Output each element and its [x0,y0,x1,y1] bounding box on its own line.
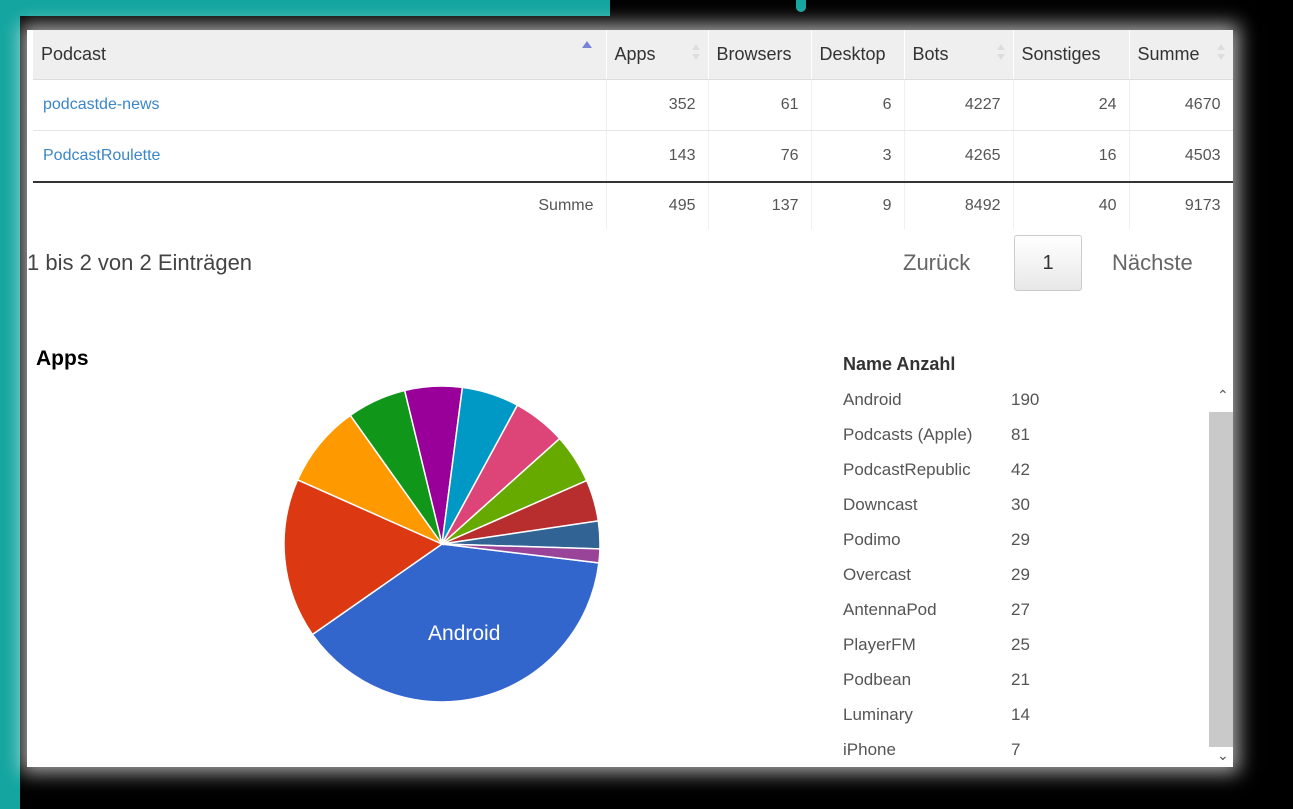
scroll-up-icon[interactable]: ⌃ [1217,388,1229,402]
footer-cell: 9 [811,181,905,229]
pagination-prev-button[interactable]: Zurück [903,250,970,276]
legend-name: Overcast [843,565,912,584]
chart-title: Apps [36,347,89,370]
legend-name: Luminary [843,705,913,724]
apps-pie-chart: Android [283,385,601,703]
legend-scrollbar[interactable]: ⌃ ⌄ [1209,378,1233,767]
table-cell: 3 [811,130,905,183]
legend-list: Android 190 Podcasts (Apple) 81 PodcastRepub… [843,384,1233,767]
legend-row: Overcast 29 [843,559,1233,594]
legend-name: Downcast [843,495,918,514]
legend-count: 190 [1011,390,1040,409]
legend-count: 29 [1011,565,1030,584]
column-header-desktop[interactable]: Desktop [811,30,905,80]
table-cell: 16 [1013,130,1130,183]
legend-count: 7 [1011,740,1021,759]
table-header-row: Podcast Apps Browsers Desktop Bots Sonst… [33,30,1233,80]
table-cell: 61 [708,79,812,131]
legend-name: AntennaPod [843,600,937,619]
pagination-info: 1 bis 2 von 2 Einträgen [27,250,253,275]
stats-table: Podcast Apps Browsers Desktop Bots Sonst… [33,30,1233,229]
legend-count: 21 [1011,670,1030,689]
podcast-link[interactable]: podcastde-news [33,79,607,131]
sort-icon [996,44,1005,62]
table-footer-row: Summe 495 137 9 8492 40 9173 [33,181,1233,229]
sort-icon [1216,44,1225,62]
footer-cell: 137 [708,181,812,229]
background-teal-notch [796,0,806,12]
footer-cell: 495 [606,181,709,229]
legend-count: 27 [1011,600,1030,619]
table-row: PodcastRoulette 143 76 3 4265 16 4503 [33,130,1233,183]
legend-row: PodcastRepublic 42 [843,454,1233,489]
legend-name: iPhone [843,740,896,759]
table-cell: 352 [606,79,709,131]
column-header-podcast[interactable]: Podcast [33,30,607,80]
legend-row: Luminary 14 [843,699,1233,734]
legend-row: Android 190 [843,384,1233,419]
legend-count: 25 [1011,635,1030,654]
legend-name: Podcasts (Apple) [843,425,973,444]
table-row: podcastde-news 352 61 6 4227 24 4670 [33,79,1233,131]
column-header-browsers[interactable]: Browsers [708,30,812,80]
legend-row: AntennaPod 27 [843,594,1233,629]
scrollbar-thumb[interactable] [1209,412,1233,747]
column-header-sonstiges[interactable]: Sonstiges [1013,30,1130,80]
legend-row: Podbean 21 [843,664,1233,699]
footer-cell: 40 [1013,181,1130,229]
legend-row: Downcast 30 [843,489,1233,524]
footer-cell: 9173 [1129,181,1233,229]
footer-label: Summe [33,181,607,229]
scroll-down-icon[interactable]: ⌄ [1217,748,1229,762]
stats-panel: Podcast Apps Browsers Desktop Bots Sonst… [27,30,1233,767]
table-cell: 4670 [1129,79,1233,131]
table-cell: 4503 [1129,130,1233,183]
column-header-apps[interactable]: Apps [606,30,709,80]
background-teal-band [0,0,610,16]
sort-icon [691,44,700,62]
legend-count: 29 [1011,530,1030,549]
legend-row: Podcasts (Apple) 81 [843,419,1233,454]
column-header-summe[interactable]: Summe [1129,30,1233,80]
legend-count: 42 [1011,460,1030,479]
legend-count: 14 [1011,705,1030,724]
legend-name: Podbean [843,670,912,689]
table-cell: 4265 [904,130,1014,183]
legend-header: Name Anzahl [843,354,956,374]
legend-row: Podimo 29 [843,524,1233,559]
legend-count: 30 [1011,495,1030,514]
sort-ascending-icon [581,41,592,48]
legend-name: PlayerFM [843,635,916,654]
table-cell: 6 [811,79,905,131]
legend-name: Android [843,390,902,409]
pagination-page-button[interactable]: 1 [1014,235,1082,291]
podcast-link[interactable]: PodcastRoulette [33,130,607,183]
legend-row: iPhone 7 [843,734,1233,767]
legend-count: 81 [1011,425,1030,444]
pagination-next-button[interactable]: Nächste [1112,250,1193,276]
pie-slice-label: Android [428,622,500,645]
table-cell: 143 [606,130,709,183]
table-cell: 24 [1013,79,1130,131]
legend-row: PlayerFM 25 [843,629,1233,664]
background-teal-strip [0,0,20,809]
legend-name: Podimo [843,530,901,549]
table-cell: 76 [708,130,812,183]
column-header-bots[interactable]: Bots [904,30,1014,80]
table-cell: 4227 [904,79,1014,131]
legend-name: PodcastRepublic [843,460,971,479]
footer-cell: 8492 [904,181,1014,229]
